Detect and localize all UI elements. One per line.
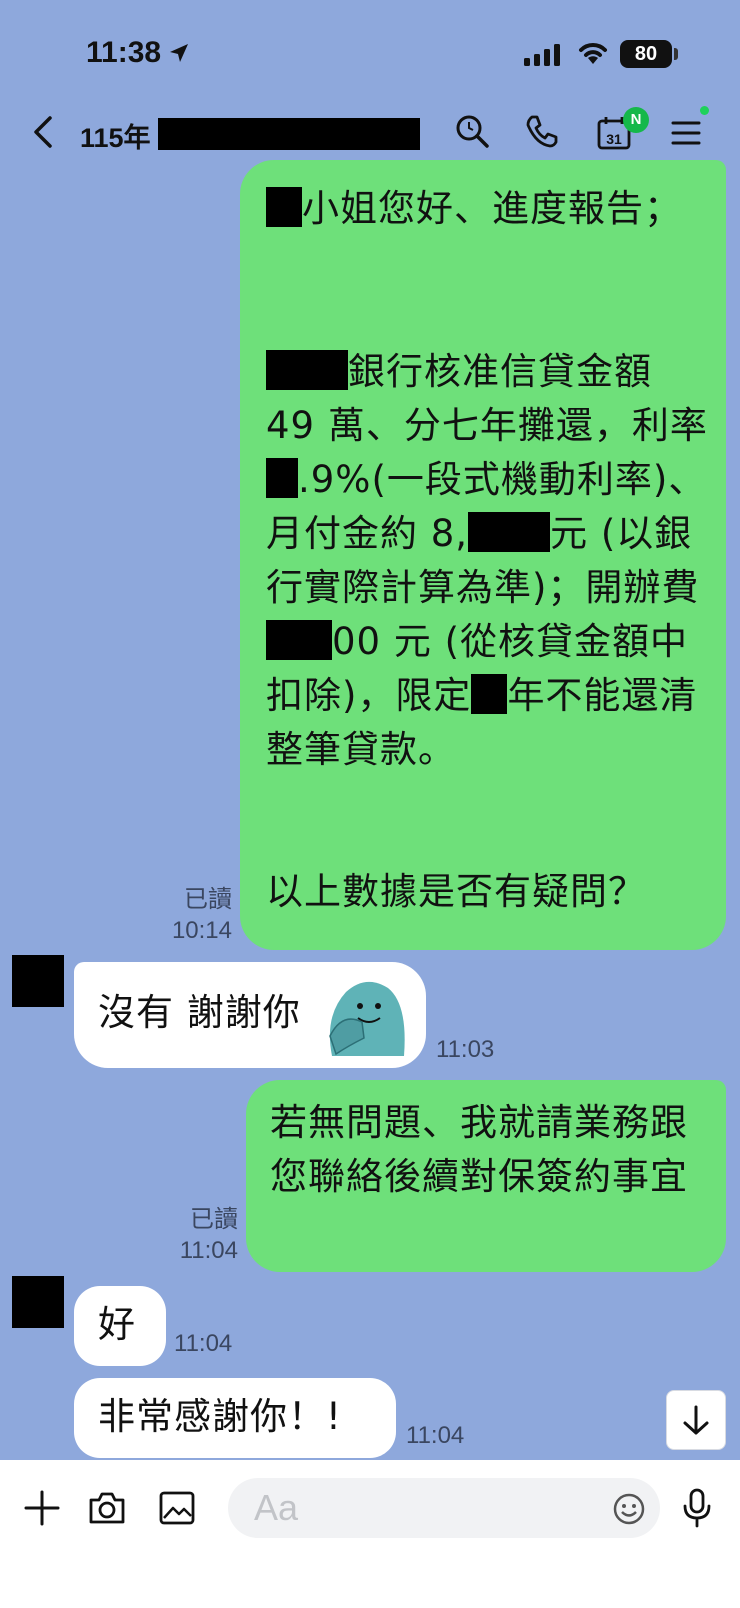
message-text: 若無問題、我就請業務跟您聯絡後續對保簽約事宜: [270, 1101, 688, 1198]
message-text: 好: [98, 1303, 136, 1346]
message-bubble-incoming[interactable]: 非常感謝你！!: [74, 1378, 396, 1458]
message-time: 11:03: [436, 1036, 495, 1063]
message-text: 非常感謝你！!: [98, 1395, 342, 1438]
camera-icon[interactable]: [88, 1490, 126, 1526]
message-meta: 已讀 11:04: [164, 1204, 238, 1266]
emoji-icon[interactable]: [612, 1492, 646, 1526]
battery-indicator: 80: [620, 40, 672, 68]
cell-signal-icon: [524, 44, 560, 66]
phone-icon[interactable]: [524, 113, 560, 149]
message-text: 沒有 謝謝你: [98, 991, 301, 1034]
message-bubble-incoming[interactable]: 沒有 謝謝你: [74, 962, 426, 1068]
bank-redaction: [266, 350, 348, 390]
message-time: 10:14: [171, 917, 232, 944]
mic-icon[interactable]: [682, 1488, 712, 1528]
message-time: 11:04: [406, 1422, 465, 1449]
menu-notification-dot: [700, 106, 709, 115]
message-text: 小姐您好、進度報告；: [266, 182, 712, 236]
read-receipt: 已讀: [190, 1206, 238, 1233]
calendar-new-badge: N: [623, 107, 649, 133]
avatar[interactable]: [12, 1276, 64, 1328]
message-time: 11:04: [174, 1330, 233, 1357]
title-redaction: [158, 118, 420, 150]
search-icon[interactable]: [454, 113, 490, 149]
avatar[interactable]: [12, 955, 64, 1007]
plus-icon[interactable]: [24, 1490, 60, 1526]
image-icon[interactable]: [158, 1490, 196, 1526]
battery-nub: [674, 48, 678, 60]
read-receipt: 已讀: [184, 886, 232, 913]
message-meta: 已讀 10:14: [160, 884, 232, 946]
message-bubble-incoming[interactable]: 好: [74, 1286, 166, 1366]
message-bubble-outgoing[interactable]: 小姐您好、進度報告； 銀行核准信貸金額 49 萬、分七年攤還，利率 .9%(一段…: [240, 160, 726, 950]
year-redaction: [471, 674, 508, 714]
message-time: 11:04: [179, 1237, 238, 1264]
message-text: 銀行核准信貸金額 49 萬、分七年攤還，利率 .9%(一段式機動利率)、月付金約…: [266, 345, 712, 777]
fee-redaction: [266, 620, 332, 660]
message-line: 以上數據是否有疑問？: [266, 870, 646, 913]
name-redaction: [266, 187, 302, 227]
scroll-to-bottom-button[interactable]: [666, 1390, 726, 1450]
chat-title[interactable]: 115年: [80, 116, 151, 155]
message-input[interactable]: [228, 1478, 660, 1538]
location-arrow-icon: [170, 44, 188, 62]
seal-sticker-icon: [329, 981, 405, 1056]
menu-icon[interactable]: [670, 118, 702, 148]
message-bubble-outgoing[interactable]: 若無問題、我就請業務跟您聯絡後續對保簽約事宜: [246, 1080, 726, 1272]
arrow-down-icon: [683, 1405, 709, 1435]
payment-redaction: [468, 512, 551, 552]
status-time: 11:38: [86, 36, 162, 69]
calendar-day: 31: [606, 131, 622, 147]
message-line: 小姐您好、進度報告；: [302, 187, 682, 230]
wifi-icon: [579, 43, 607, 64]
back-icon[interactable]: [28, 112, 58, 152]
rate-redaction: [266, 458, 298, 498]
